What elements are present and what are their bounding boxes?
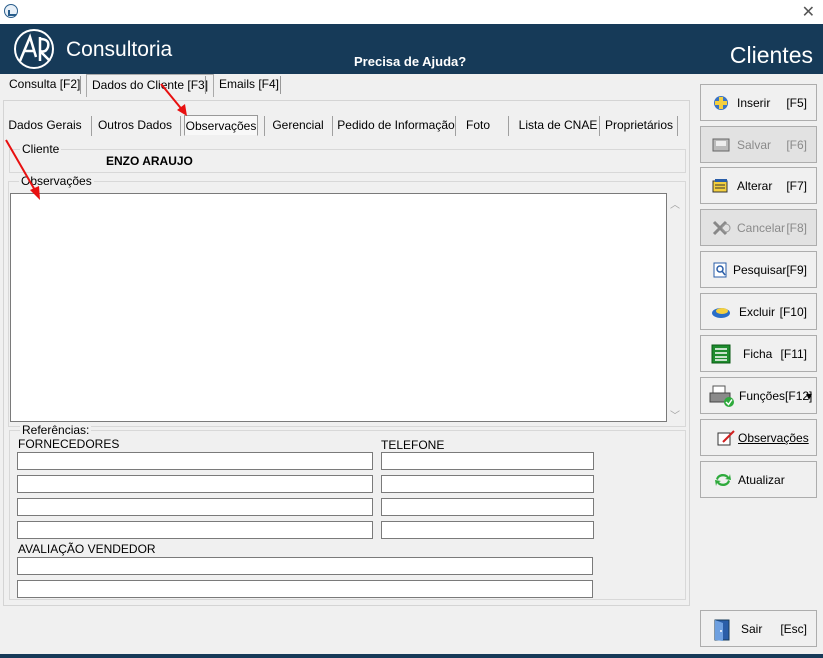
exit-shortcut: [Esc] <box>780 622 807 636</box>
top-tab-bar: Consulta [F2] Dados do Cliente [F3] Emai… <box>0 74 695 97</box>
sheet-label: Ficha <box>743 347 773 361</box>
scroll-up-icon[interactable]: ︿ <box>670 196 682 211</box>
supplier-field-3[interactable] <box>17 498 373 516</box>
search-shortcut: [F9] <box>786 263 807 277</box>
observations-group-label: Observações <box>19 174 94 188</box>
edit-label: Alterar <box>737 179 773 193</box>
functions-button[interactable]: Funções[F12] ▾ <box>700 377 817 414</box>
scroll-down-icon[interactable]: ﹀ <box>670 407 682 422</box>
app-icon <box>4 4 18 18</box>
seller-rating-field-2[interactable] <box>17 580 593 598</box>
delete-label: Excluir <box>739 305 776 319</box>
notes-icon <box>717 430 735 446</box>
notes-button[interactable]: Observações <box>700 419 817 456</box>
help-link[interactable]: Precisa de Ajuda? <box>354 54 466 69</box>
logo-mark-icon <box>14 29 54 69</box>
sheet-icon <box>711 344 731 364</box>
title-bar: ✕ <box>0 0 823 24</box>
exit-door-icon <box>714 619 730 641</box>
client-name: ENZO ARAUJO <box>106 154 193 168</box>
cancel-label: Cancelar <box>737 221 786 235</box>
cancel-button[interactable]: Cancelar [F8] <box>700 209 817 246</box>
tab-proprietarios[interactable]: Proprietários <box>604 112 674 136</box>
sheet-button[interactable]: Ficha [F11] <box>700 335 817 372</box>
supplier-field-1[interactable] <box>17 452 373 470</box>
delete-icon <box>712 308 730 318</box>
insert-label: Inserir <box>737 96 771 110</box>
edit-button[interactable]: Alterar [F7] <box>700 167 817 204</box>
functions-label: Funções[F12] <box>739 389 813 403</box>
refresh-icon <box>715 473 731 487</box>
edit-shortcut: [F7] <box>786 179 807 193</box>
tab-emails[interactable]: Emails [F4] <box>214 74 284 96</box>
sub-tab-bar: Dados Gerais Outros Dados Observações Ge… <box>4 112 686 136</box>
tab-gerencial[interactable]: Gerencial <box>268 112 328 136</box>
header-banner: Consultoria Precisa de Ajuda? Clientes <box>0 24 823 74</box>
save-icon <box>712 138 730 152</box>
observations-textarea[interactable] <box>10 193 667 422</box>
phone-field-1[interactable] <box>381 452 594 470</box>
save-button[interactable]: Salvar [F6] <box>700 126 817 163</box>
edit-icon <box>712 179 728 193</box>
client-group-label: Cliente <box>20 142 62 156</box>
refresh-button[interactable]: Atualizar <box>700 461 817 498</box>
cancel-shortcut: [F8] <box>786 221 807 235</box>
insert-shortcut: [F5] <box>786 96 807 110</box>
module-title: Clientes <box>729 42 813 68</box>
chevron-down-icon: ▾ <box>805 389 812 403</box>
exit-label: Sair <box>741 622 763 636</box>
tab-consulta[interactable]: Consulta [F2] <box>4 74 85 96</box>
plus-icon <box>714 96 728 110</box>
phone-field-3[interactable] <box>381 498 594 516</box>
search-icon <box>713 262 727 278</box>
search-button[interactable]: Pesquisar [F9] <box>700 251 817 288</box>
tab-observacoes[interactable]: Observações <box>184 115 258 136</box>
tab-pedido-de-informacao[interactable]: Pedido de Informação <box>337 112 455 136</box>
tab-foto[interactable]: Foto <box>460 112 496 136</box>
tab-lista-de-cnae[interactable]: Lista de CNAE <box>514 112 602 136</box>
delete-shortcut: [F10] <box>779 305 807 319</box>
search-label: Pesquisar <box>733 263 787 277</box>
suppliers-label: FORNECEDORES <box>18 437 120 451</box>
supplier-field-4[interactable] <box>17 521 373 539</box>
bottom-bar <box>0 654 823 658</box>
supplier-field-2[interactable] <box>17 475 373 493</box>
printer-icon <box>709 385 734 407</box>
save-label: Salvar <box>737 138 772 152</box>
notes-label: Observações <box>738 431 809 445</box>
logo-text: Consultoria <box>66 38 173 61</box>
seller-rating-label: AVALIAÇÃO VENDEDOR <box>18 542 156 556</box>
phone-label: TELEFONE <box>381 438 445 452</box>
close-icon[interactable]: ✕ <box>802 2 815 21</box>
exit-button[interactable]: Sair [Esc] <box>700 610 817 647</box>
seller-rating-field-1[interactable] <box>17 557 593 575</box>
save-shortcut: [F6] <box>786 138 807 152</box>
phone-field-2[interactable] <box>381 475 594 493</box>
phone-field-4[interactable] <box>381 521 594 539</box>
delete-button[interactable]: Excluir [F10] <box>700 293 817 330</box>
tab-outros-dados[interactable]: Outros Dados <box>96 112 174 136</box>
sheet-shortcut: [F11] <box>780 347 807 361</box>
tab-dados-gerais[interactable]: Dados Gerais <box>4 112 86 136</box>
tab-dados-do-cliente[interactable]: Dados do Cliente [F3] <box>86 74 215 97</box>
insert-button[interactable]: Inserir [F5] <box>700 84 817 121</box>
references-group-label: Referências: <box>20 423 92 437</box>
cancel-icon <box>712 220 731 236</box>
refresh-label: Atualizar <box>738 473 785 487</box>
